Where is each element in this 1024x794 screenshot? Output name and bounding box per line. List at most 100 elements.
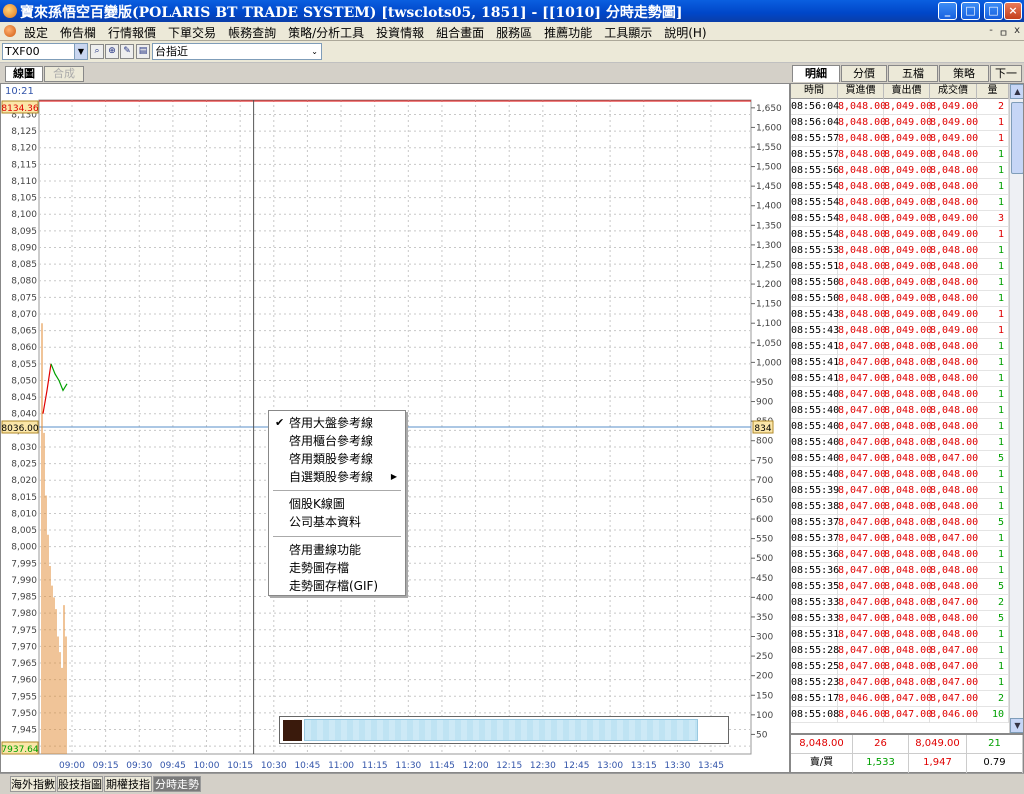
table-row[interactable]: 08:55:31 8,047.00 8,048.00 8,048.00 1 xyxy=(791,627,1009,643)
table-row[interactable]: 08:55:41 8,047.00 8,048.00 8,048.00 1 xyxy=(791,371,1009,387)
table-row[interactable]: 08:55:57 8,048.00 8,049.00 8,049.00 1 xyxy=(791,131,1009,147)
tab-overseas-index[interactable]: 海外指數 xyxy=(10,776,56,792)
table-row[interactable]: 08:55:40 8,047.00 8,048.00 8,048.00 1 xyxy=(791,387,1009,403)
mdi-minimize-button[interactable]: - xyxy=(989,25,993,40)
menu-logo-icon[interactable] xyxy=(4,25,16,37)
table-row[interactable]: 08:55:40 8,047.00 8,048.00 8,048.00 1 xyxy=(791,435,1009,451)
table-row[interactable]: 08:55:38 8,047.00 8,048.00 8,048.00 1 xyxy=(791,499,1009,515)
chevron-down-icon[interactable]: ▼ xyxy=(74,44,87,59)
ctx-save-chart-gif[interactable]: 走勢圖存檔(GIF) xyxy=(269,577,405,595)
table-row[interactable]: 08:55:33 8,047.00 8,048.00 8,048.00 5 xyxy=(791,611,1009,627)
tab-composite[interactable]: 合成 xyxy=(44,66,84,82)
table-row[interactable]: 08:56:04 8,048.00 8,049.00 8,049.00 1 xyxy=(791,115,1009,131)
menu-item[interactable]: 下單交易 xyxy=(168,24,223,41)
menu-item[interactable]: 工具顯示 xyxy=(604,24,659,41)
header-time[interactable]: 時間 xyxy=(791,84,838,99)
table-row[interactable]: 08:55:43 8,048.00 8,049.00 8,049.00 1 xyxy=(791,307,1009,323)
symbol-combo[interactable]: TXF00 ▼ xyxy=(2,43,88,60)
scroll-thumb[interactable] xyxy=(1011,102,1023,174)
tab-strategy[interactable]: 策略 xyxy=(939,65,989,82)
menu-item[interactable]: 說明(H) xyxy=(664,24,713,41)
menu-item[interactable]: 組合畫面 xyxy=(436,24,491,41)
minimize-button[interactable]: _ xyxy=(938,2,957,20)
table-row[interactable]: 08:55:41 8,047.00 8,048.00 8,048.00 1 xyxy=(791,355,1009,371)
ctx-save-chart[interactable]: 走勢圖存檔 xyxy=(269,559,405,577)
ctx-custom-sector-ref[interactable]: 自選類股參考線 ▶ xyxy=(269,468,405,486)
tab-intraday-trend[interactable]: 分時走勢 xyxy=(153,776,201,792)
table-row[interactable]: 08:55:57 8,048.00 8,049.00 8,048.00 1 xyxy=(791,147,1009,163)
menu-item[interactable]: 行情報價 xyxy=(108,24,163,41)
table-row[interactable]: 08:55:36 8,047.00 8,048.00 8,048.00 1 xyxy=(791,547,1009,563)
table-row[interactable]: 08:55:28 8,047.00 8,048.00 8,047.00 1 xyxy=(791,643,1009,659)
table-row[interactable]: 08:55:08 8,046.00 8,047.00 8,046.00 10 xyxy=(791,707,1009,723)
menu-item[interactable]: 帳務查詢 xyxy=(228,24,283,41)
table-row[interactable]: 08:55:37 8,047.00 8,048.00 8,048.00 5 xyxy=(791,515,1009,531)
menu-item[interactable]: 投資情報 xyxy=(376,24,431,41)
menu-item[interactable]: 佈告欄 xyxy=(60,24,103,41)
header-bid[interactable]: 買進價 xyxy=(838,84,884,99)
cell-volume: 1 xyxy=(977,339,1009,355)
x-tick-label: 09:30 xyxy=(126,761,152,771)
ctx-enable-market-ref[interactable]: ✔ 啓用大盤參考線 xyxy=(269,414,405,432)
table-row[interactable]: 08:55:35 8,047.00 8,048.00 8,048.00 5 xyxy=(791,579,1009,595)
instrument-name-field[interactable]: 台指近 ⌄ xyxy=(152,43,322,60)
table-row[interactable]: 08:55:40 8,047.00 8,048.00 8,048.00 1 xyxy=(791,403,1009,419)
ctx-company-info[interactable]: 公司基本資料 xyxy=(269,513,405,531)
small-dropdown-icon[interactable]: ⌄ xyxy=(311,44,318,59)
mdi-close-button[interactable]: x xyxy=(1014,25,1020,40)
tab-next-page[interactable]: 下一頁 xyxy=(990,65,1022,95)
header-deal[interactable]: 成交價 xyxy=(930,84,977,99)
header-ask[interactable]: 賣出價 xyxy=(884,84,930,99)
menu-item[interactable]: 設定 xyxy=(24,24,55,41)
ctx-enable-drawing[interactable]: 啓用畫線功能 xyxy=(269,541,405,559)
cell-deal: 8,049.00 xyxy=(930,131,978,147)
table-row[interactable]: 08:56:04 8,048.00 8,049.00 8,049.00 2 xyxy=(791,99,1009,115)
menu-item[interactable]: 服務區 xyxy=(496,24,539,41)
table-row[interactable]: 08:55:54 8,048.00 8,049.00 8,049.00 3 xyxy=(791,211,1009,227)
ctx-enable-sector-ref[interactable]: 啓用類股參考線 xyxy=(269,450,405,468)
scroll-up-icon[interactable]: ▲ xyxy=(1010,84,1023,99)
table-row[interactable]: 08:55:54 8,048.00 8,049.00 8,048.00 1 xyxy=(791,179,1009,195)
table-row[interactable]: 08:55:39 8,047.00 8,048.00 8,048.00 1 xyxy=(791,483,1009,499)
table-row[interactable]: 08:55:25 8,047.00 8,048.00 8,047.00 1 xyxy=(791,659,1009,675)
table-row[interactable]: 08:55:50 8,048.00 8,049.00 8,048.00 1 xyxy=(791,291,1009,307)
menu-item[interactable]: 策略/分析工具 xyxy=(288,24,371,41)
mdi-restore-button[interactable]: ㅁ xyxy=(999,25,1008,40)
ticks-scrollbar[interactable]: ▲ ▼ xyxy=(1009,84,1023,733)
window-icon[interactable]: ▤ xyxy=(136,44,150,59)
table-row[interactable]: 08:55:51 8,048.00 8,049.00 8,048.00 1 xyxy=(791,259,1009,275)
tab-detail[interactable]: 明細 xyxy=(792,65,840,82)
table-row[interactable]: 08:55:17 8,046.00 8,047.00 8,047.00 2 xyxy=(791,691,1009,707)
table-row[interactable]: 08:55:40 8,047.00 8,048.00 8,047.00 5 xyxy=(791,451,1009,467)
table-row[interactable]: 08:55:43 8,048.00 8,049.00 8,049.00 1 xyxy=(791,323,1009,339)
tab-option-tech[interactable]: 期權技指 xyxy=(104,776,152,792)
table-row[interactable]: 08:55:50 8,048.00 8,049.00 8,048.00 1 xyxy=(791,275,1009,291)
tab-five-levels[interactable]: 五檔 xyxy=(888,65,938,82)
tab-stock-tech-chart[interactable]: 股技指圖 xyxy=(57,776,103,792)
table-row[interactable]: 08:55:53 8,048.00 8,049.00 8,048.00 1 xyxy=(791,243,1009,259)
table-row[interactable]: 08:55:23 8,047.00 8,048.00 8,047.00 1 xyxy=(791,675,1009,691)
table-row[interactable]: 08:55:56 8,048.00 8,049.00 8,048.00 1 xyxy=(791,163,1009,179)
table-row[interactable]: 08:55:54 8,048.00 8,049.00 8,049.00 1 xyxy=(791,227,1009,243)
edit-icon[interactable]: ✎ xyxy=(120,44,134,59)
scroll-down-icon[interactable]: ▼ xyxy=(1010,718,1023,733)
table-row[interactable]: 08:55:40 8,047.00 8,048.00 8,048.00 1 xyxy=(791,419,1009,435)
menu-item[interactable]: 推薦功能 xyxy=(544,24,599,41)
table-row[interactable]: 08:55:40 8,047.00 8,048.00 8,048.00 1 xyxy=(791,467,1009,483)
table-row[interactable]: 08:55:33 8,047.00 8,048.00 8,047.00 2 xyxy=(791,595,1009,611)
ctx-enable-otc-ref[interactable]: 啓用櫃台參考線 xyxy=(269,432,405,450)
ctx-stock-kline[interactable]: 個股K線圖 xyxy=(269,495,405,513)
close-button[interactable]: × xyxy=(1004,2,1022,20)
zoom-icon[interactable]: ⊕ xyxy=(105,44,119,59)
header-volume[interactable]: 量 xyxy=(977,84,1009,99)
table-row[interactable]: 08:55:37 8,047.00 8,048.00 8,047.00 1 xyxy=(791,531,1009,547)
search-icon[interactable]: ⌕ xyxy=(90,44,104,59)
tab-line-chart[interactable]: 線圖 xyxy=(5,66,43,82)
cell-time: 08:55:50 xyxy=(791,275,839,291)
table-row[interactable]: 08:55:41 8,047.00 8,048.00 8,048.00 1 xyxy=(791,339,1009,355)
restore-button[interactable]: □ xyxy=(984,2,1003,20)
maximize-button[interactable]: □ xyxy=(961,2,980,20)
tab-price-distribution[interactable]: 分價 xyxy=(841,65,887,82)
table-row[interactable]: 08:55:36 8,047.00 8,048.00 8,048.00 1 xyxy=(791,563,1009,579)
table-row[interactable]: 08:55:54 8,048.00 8,049.00 8,048.00 1 xyxy=(791,195,1009,211)
